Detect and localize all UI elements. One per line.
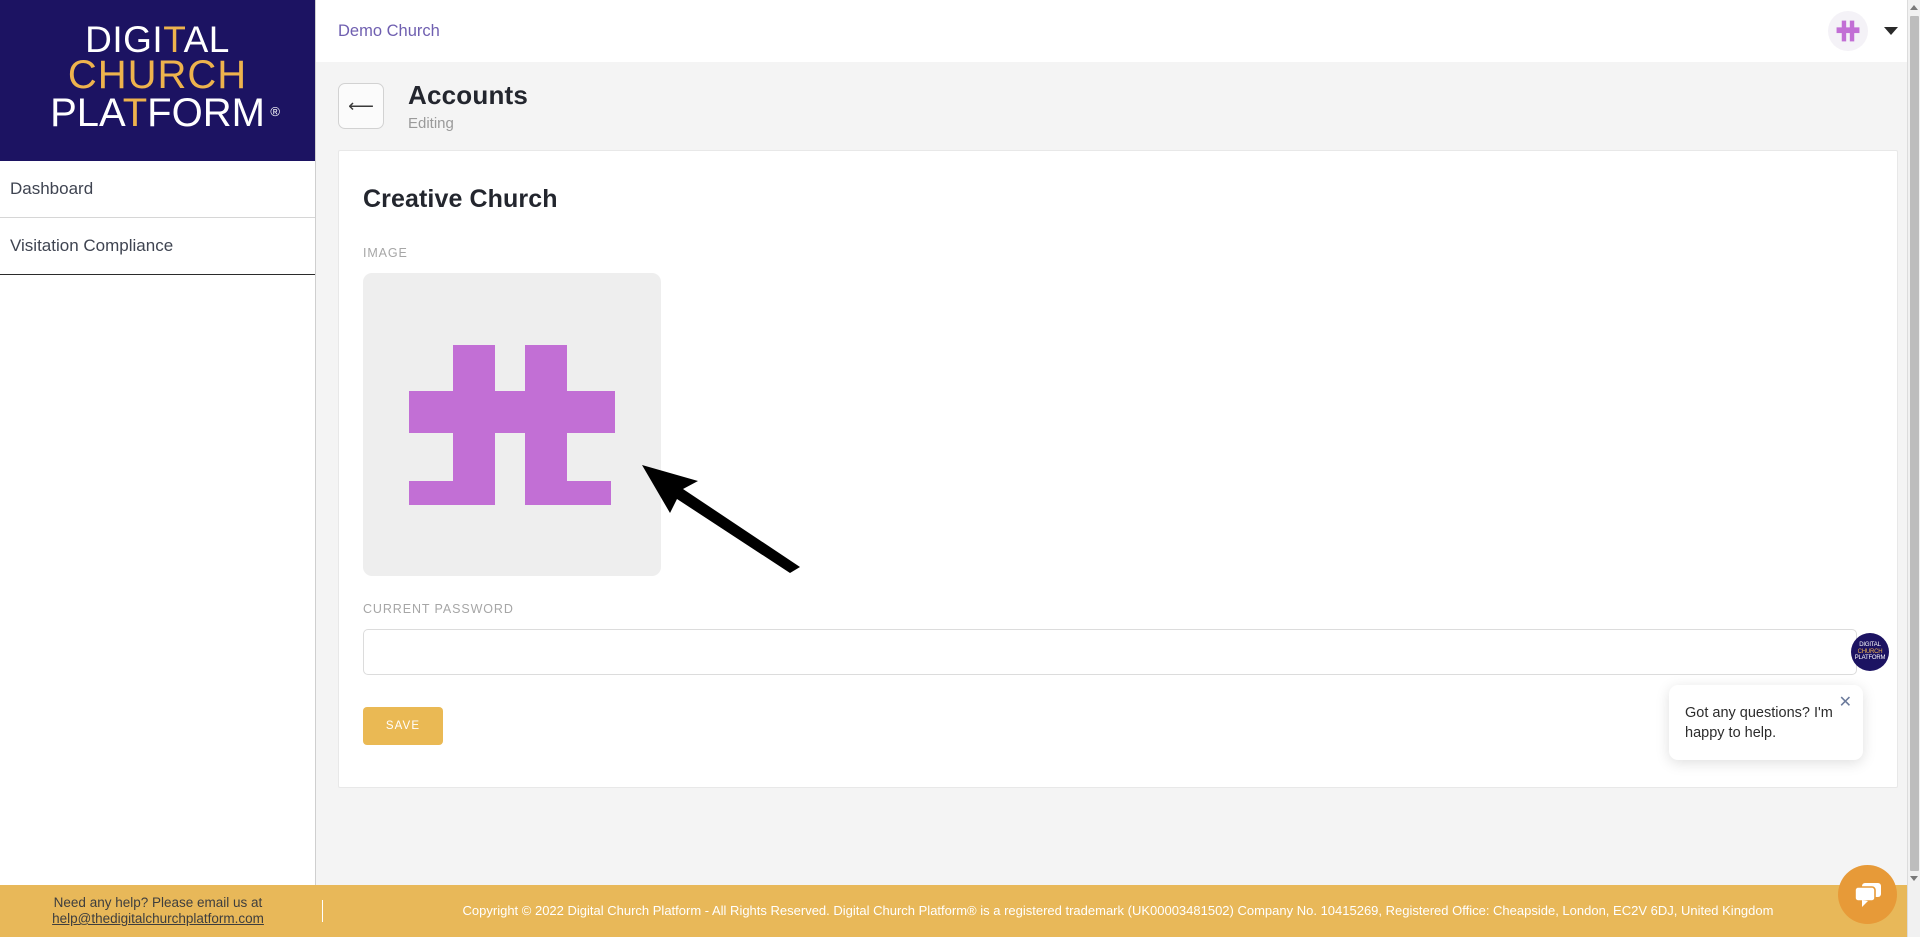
logo-line3-part-a: PLA	[50, 90, 123, 135]
double-cross-logo-icon	[1836, 20, 1860, 42]
chat-bubble-icon	[1853, 882, 1881, 907]
scrollbar-thumb[interactable]	[1909, 16, 1919, 871]
chevron-down-icon[interactable]	[1884, 27, 1898, 35]
sidebar-item-label: Dashboard	[10, 179, 94, 198]
chat-greeting-message: Got any questions? I'm happy to help.	[1685, 704, 1833, 742]
footer-help-email-link[interactable]: help@thedigitalchurchplatform.com	[52, 911, 264, 926]
registered-mark: ®	[270, 104, 280, 120]
top-bar: Demo Church	[316, 0, 1920, 62]
logo-cross-icon-2: T	[122, 90, 148, 135]
logo-cross-icon: T	[163, 18, 184, 60]
footer-help-text: Need any help? Please email us at	[53, 895, 263, 911]
page-title: Accounts	[408, 80, 529, 110]
sidebar-item-visitation-compliance[interactable]: Visitation Compliance	[0, 218, 315, 275]
password-field-label: CURRENT PASSWORD	[363, 602, 514, 616]
chat-agent-avatar: DIGITAL CHURCH PLATFORM	[1851, 633, 1889, 671]
scroll-down-arrow-icon[interactable]	[1908, 871, 1920, 885]
arrow-left-icon: ⟵	[348, 96, 374, 116]
vertical-scrollbar[interactable]	[1907, 0, 1920, 937]
page-subtitle: Editing	[408, 115, 454, 132]
scroll-up-arrow-icon[interactable]	[1908, 0, 1920, 14]
footer: Need any help? Please email us at help@t…	[0, 885, 1907, 937]
sidebar-empty-area	[0, 275, 315, 937]
app-root: DIGITAL CHURCH PLATFORM ® Dashboard Visi…	[0, 0, 1920, 937]
double-cross-logo-image	[409, 344, 615, 505]
sidebar-item-dashboard[interactable]: Dashboard	[0, 161, 315, 218]
footer-help: Need any help? Please email us at help@t…	[0, 895, 316, 926]
card-title: Creative Church	[363, 185, 558, 213]
sidebar-item-label: Visitation Compliance	[10, 236, 174, 255]
chat-avatar-line1: DIGITAL	[1859, 641, 1881, 648]
account-edit-card: Creative Church IMAGE CURRENT PASSWORD S…	[338, 150, 1898, 788]
footer-divider	[322, 900, 323, 922]
organisation-name: Demo Church	[338, 21, 440, 40]
chat-launcher-button[interactable]	[1838, 865, 1897, 924]
chat-avatar-line3: PLATFORM	[1854, 655, 1886, 662]
chat-greeting-popup: ✕ Got any questions? I'm happy to help.	[1669, 684, 1863, 760]
chat-avatar-line2: CHURCH	[1857, 648, 1883, 655]
church-image-thumbnail[interactable]	[363, 273, 661, 576]
page-header: ⟵ Accounts Editing	[316, 62, 1920, 150]
avatar[interactable]	[1828, 11, 1868, 51]
image-field-label: IMAGE	[363, 246, 408, 260]
back-button[interactable]: ⟵	[338, 83, 384, 129]
sidebar: DIGITAL CHURCH PLATFORM ® Dashboard Visi…	[0, 0, 316, 937]
logo-line2: CHURCH	[67, 53, 248, 98]
close-icon[interactable]: ✕	[1839, 694, 1852, 711]
footer-copyright: Copyright © 2022 Digital Church Platform…	[462, 903, 1774, 919]
logo-line3-part-b: FORM	[147, 90, 265, 135]
brand-logo: DIGITAL CHURCH PLATFORM ®	[0, 0, 315, 161]
current-password-input[interactable]	[363, 629, 1857, 675]
main-content: Demo Church ⟵ Accounts Editing Creative …	[316, 0, 1920, 937]
save-button[interactable]: SAVE	[363, 707, 443, 745]
